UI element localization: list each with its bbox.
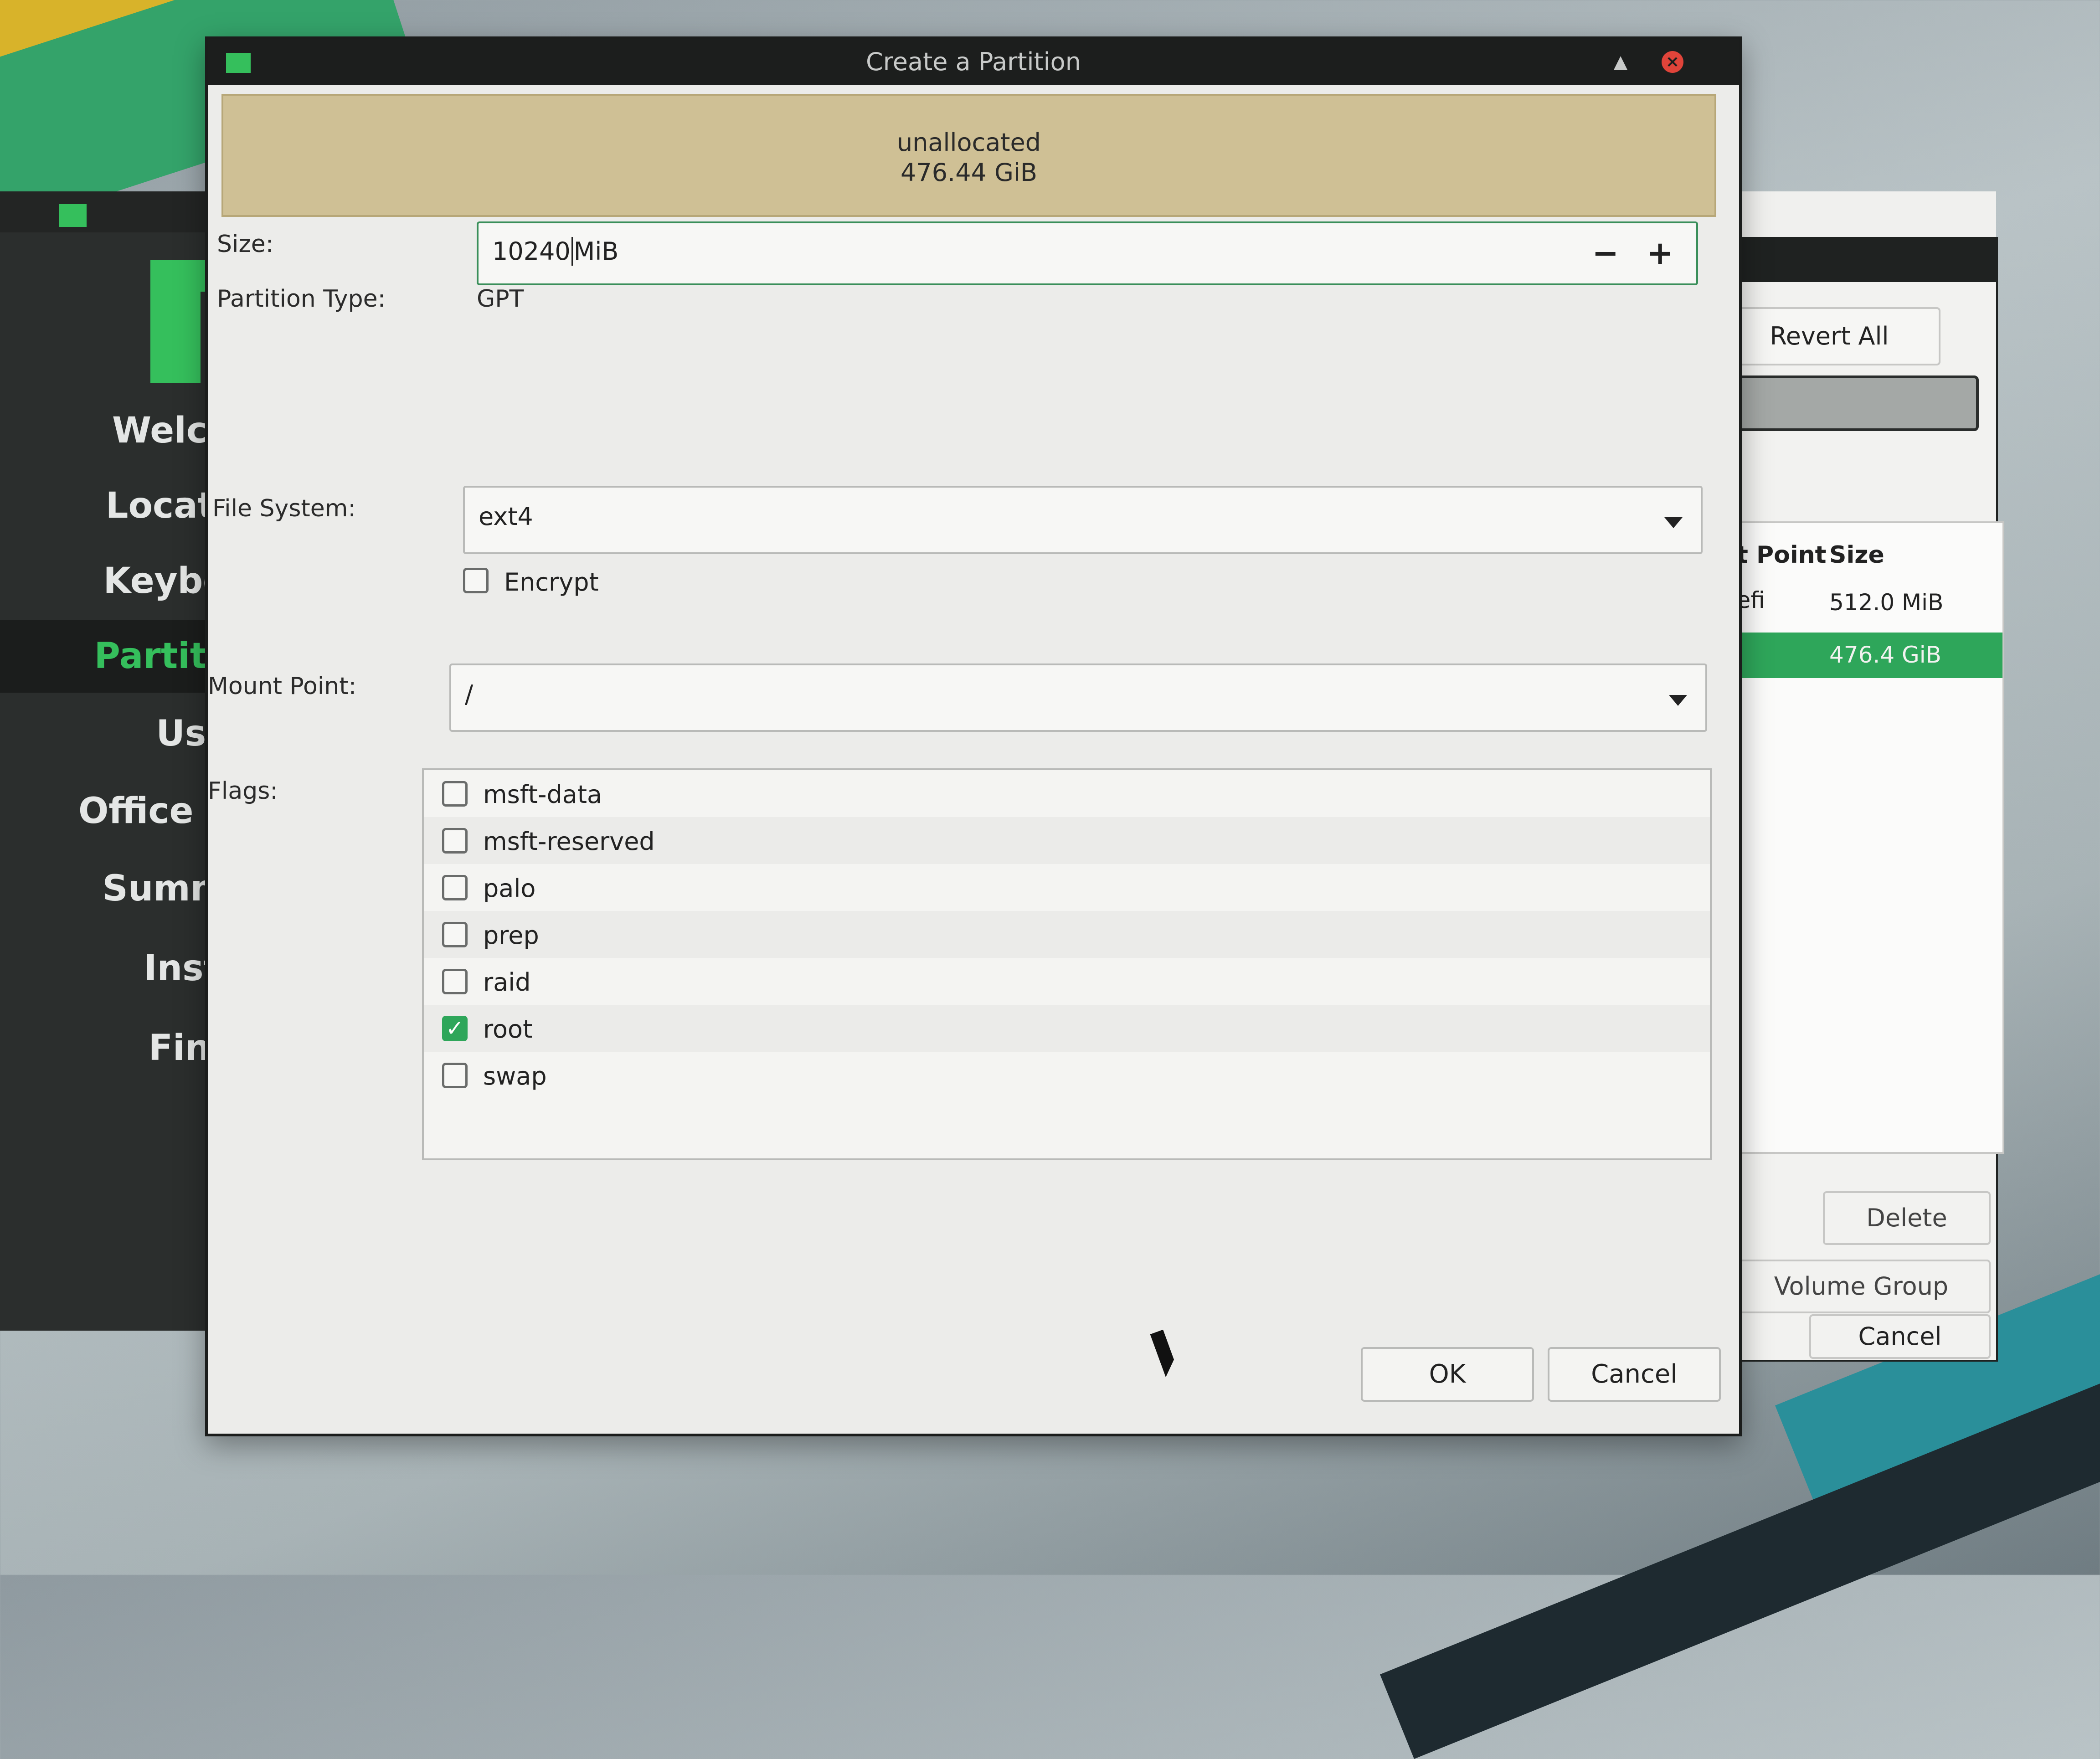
flag-row-palo[interactable]: palo bbox=[424, 864, 1710, 911]
create-partition-dialog: Create a Partition ▲ × unallocated 476.4… bbox=[205, 36, 1742, 1436]
dialog-titlebar: Create a Partition ▲ × bbox=[208, 39, 1739, 85]
mount-point-label: Mount Point: bbox=[208, 673, 357, 700]
cell-size: 476.4 GiB bbox=[1829, 642, 1941, 668]
partitions-table[interactable]: nt Point Size t/efi 512.0 MiB 476.4 GiB bbox=[1718, 521, 2004, 1154]
partition-type-label: Partition Type: bbox=[217, 285, 386, 313]
encrypt-checkbox[interactable] bbox=[463, 568, 489, 593]
flag-row-msft-reserved[interactable]: msft-reserved bbox=[424, 817, 1710, 864]
size-label: Size: bbox=[217, 231, 274, 258]
size-value: 10240 bbox=[492, 237, 571, 266]
file-system-value: ext4 bbox=[479, 502, 533, 531]
flag-row-raid[interactable]: raid bbox=[424, 958, 1710, 1005]
decrement-button[interactable]: − bbox=[1592, 237, 1619, 269]
flag-label: raid bbox=[483, 968, 531, 997]
file-system-select[interactable]: ext4 bbox=[463, 486, 1703, 554]
volume-group-button[interactable]: Volume Group bbox=[1732, 1260, 1991, 1313]
size-input[interactable]: 10240 MiB − + bbox=[477, 221, 1698, 285]
chevron-down-icon bbox=[1664, 517, 1683, 528]
cancel-button[interactable]: Cancel bbox=[1809, 1314, 1991, 1359]
encrypt-label: Encrypt bbox=[504, 568, 599, 597]
flag-row-swap[interactable]: swap bbox=[424, 1052, 1710, 1099]
flag-row-root[interactable]: ✓ root bbox=[424, 1005, 1710, 1052]
text-cursor bbox=[571, 237, 573, 266]
maximize-icon[interactable]: ▲ bbox=[1611, 53, 1630, 71]
table-row-selected[interactable]: 476.4 GiB bbox=[1720, 633, 2002, 678]
flag-row-prep[interactable]: prep bbox=[424, 911, 1710, 958]
size-unit: MiB bbox=[573, 237, 619, 266]
dialog-title: Create a Partition bbox=[866, 47, 1081, 76]
flags-list[interactable]: msft-data msft-reserved palo prep raid ✓… bbox=[422, 768, 1712, 1160]
delete-button[interactable]: Delete bbox=[1823, 1191, 1991, 1245]
manjaro-icon bbox=[59, 204, 87, 227]
flag-label: palo bbox=[483, 874, 536, 903]
flag-label: msft-data bbox=[483, 780, 602, 809]
flag-label: root bbox=[483, 1015, 533, 1044]
unallocated-space-bar: unallocated 476.44 GiB bbox=[221, 94, 1716, 217]
flag-checkbox[interactable] bbox=[442, 875, 468, 900]
disk-usage-bar bbox=[1718, 375, 1979, 431]
cell-size: 512.0 MiB bbox=[1829, 589, 1944, 616]
chevron-down-icon bbox=[1669, 695, 1687, 706]
increment-button[interactable]: + bbox=[1647, 237, 1673, 269]
unallocated-size: 476.44 GiB bbox=[900, 158, 1037, 187]
flag-checkbox[interactable] bbox=[442, 828, 468, 854]
ok-button[interactable]: OK bbox=[1361, 1347, 1534, 1402]
unallocated-label: unallocated bbox=[896, 128, 1041, 157]
flag-checkbox-checked[interactable]: ✓ bbox=[442, 1016, 468, 1041]
column-size: Size bbox=[1829, 541, 1884, 569]
cancel-button[interactable]: Cancel bbox=[1548, 1347, 1721, 1402]
flag-label: msft-reserved bbox=[483, 827, 655, 856]
flag-checkbox[interactable] bbox=[442, 1063, 468, 1088]
close-icon[interactable]: × bbox=[1662, 51, 1683, 73]
flag-checkbox[interactable] bbox=[442, 969, 468, 994]
flag-row-msft-data[interactable]: msft-data bbox=[424, 770, 1710, 817]
flag-checkbox[interactable] bbox=[442, 922, 468, 947]
revert-all-changes-button[interactable]: Revert All Changes bbox=[1718, 307, 1940, 405]
mount-point-select[interactable]: / bbox=[449, 663, 1707, 732]
flags-label: Flags: bbox=[208, 777, 278, 805]
flag-label: prep bbox=[483, 921, 539, 950]
flag-label: swap bbox=[483, 1062, 547, 1090]
partition-type-value: GPT bbox=[477, 285, 524, 313]
flag-checkbox[interactable] bbox=[442, 781, 468, 807]
file-system-label: File System: bbox=[212, 495, 356, 522]
mount-point-value: / bbox=[465, 680, 474, 709]
